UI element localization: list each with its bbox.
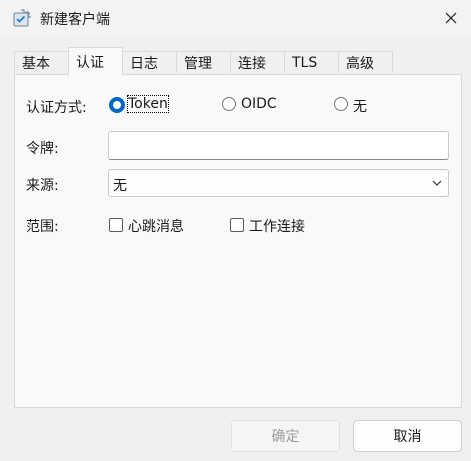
tab-log[interactable]: 日志: [122, 51, 177, 73]
chevron-down-icon: [432, 180, 442, 186]
ok-button[interactable]: 确定: [231, 420, 340, 452]
tab-label: 基本: [22, 55, 50, 72]
token-label: 令牌:: [26, 141, 59, 157]
source-select-value: 无: [113, 178, 127, 194]
scope-label: 范围:: [26, 219, 59, 235]
tab-tls[interactable]: TLS: [284, 51, 339, 73]
tab-basic[interactable]: 基本: [14, 51, 69, 73]
tab-label: 管理: [184, 55, 212, 72]
radio-oidc[interactable]: [222, 97, 236, 111]
cancel-button[interactable]: 取消: [353, 420, 462, 452]
heartbeat-checkbox[interactable]: [109, 218, 123, 232]
tab-label: 连接: [238, 55, 266, 72]
tab-connection[interactable]: 连接: [230, 51, 285, 73]
work-conn-checkbox[interactable]: [230, 218, 244, 232]
close-icon: [445, 12, 457, 24]
client-app-icon: [13, 9, 31, 27]
auth-method-label: 认证方式:: [26, 100, 87, 116]
radio-token-label[interactable]: Token: [127, 95, 169, 113]
source-label: 来源:: [26, 178, 59, 194]
tab-label: 高级: [346, 55, 374, 72]
radio-none[interactable]: [334, 97, 348, 111]
radio-oidc-label[interactable]: OIDC: [241, 96, 277, 112]
tab-label: TLS: [292, 54, 318, 71]
token-input[interactable]: [108, 131, 449, 160]
radio-none-label[interactable]: 无: [353, 96, 367, 116]
ok-button-label: 确定: [271, 429, 300, 445]
radio-token[interactable]: [109, 97, 125, 113]
work-conn-checkbox-label[interactable]: 工作连接: [249, 216, 305, 236]
tab-manage[interactable]: 管理: [176, 51, 231, 73]
tab-label: 日志: [130, 55, 158, 72]
source-select[interactable]: 无: [108, 169, 449, 197]
title-bar: 新建客户端: [0, 0, 471, 38]
tab-label: 认证: [76, 54, 104, 71]
heartbeat-checkbox-label[interactable]: 心跳消息: [128, 216, 184, 236]
close-button[interactable]: [436, 5, 466, 31]
tab-panel-auth: [14, 74, 462, 408]
tab-advanced[interactable]: 高级: [338, 51, 393, 73]
cancel-button-label: 取消: [393, 429, 422, 445]
tab-auth[interactable]: 认证: [68, 47, 123, 75]
window-title: 新建客户端: [40, 12, 110, 28]
